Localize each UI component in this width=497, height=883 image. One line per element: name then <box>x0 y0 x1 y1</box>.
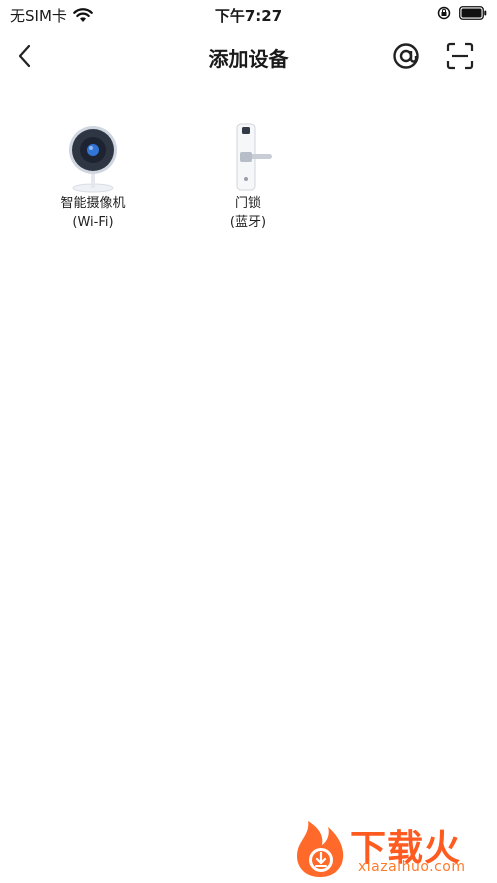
device-thumb <box>193 122 303 194</box>
status-time: 下午7:27 <box>214 7 283 25</box>
watermark: 下载火 xiazaihuo.com <box>290 815 490 880</box>
camera-icon <box>69 126 117 193</box>
door-lock-icon <box>236 123 272 191</box>
at-button[interactable] <box>392 42 420 70</box>
device-sub: (Wi-Fi) <box>72 215 114 230</box>
battery-icon <box>459 6 487 20</box>
scan-button[interactable] <box>446 42 474 70</box>
nav-bar: 添加设备 <box>0 34 497 78</box>
watermark-url: xiazaihuo.com <box>358 859 466 875</box>
device-sub: (蓝牙) <box>229 215 267 230</box>
page-title: 添加设备 <box>208 47 289 71</box>
status-bar: 无SIM卡 下午7:27 <box>0 0 497 30</box>
device-name: 智能摄像机 <box>60 196 126 211</box>
device-name: 门锁 <box>234 196 261 211</box>
device-item-camera[interactable]: 智能摄像机 (Wi-Fi) <box>38 122 148 232</box>
flame-logo-icon <box>296 821 344 877</box>
device-item-door-lock[interactable]: 门锁 (蓝牙) <box>193 122 303 232</box>
status-right <box>437 6 487 20</box>
scan-icon <box>446 42 474 70</box>
device-thumb <box>38 122 148 194</box>
at-icon <box>393 43 419 69</box>
rotation-lock-icon <box>437 6 451 20</box>
